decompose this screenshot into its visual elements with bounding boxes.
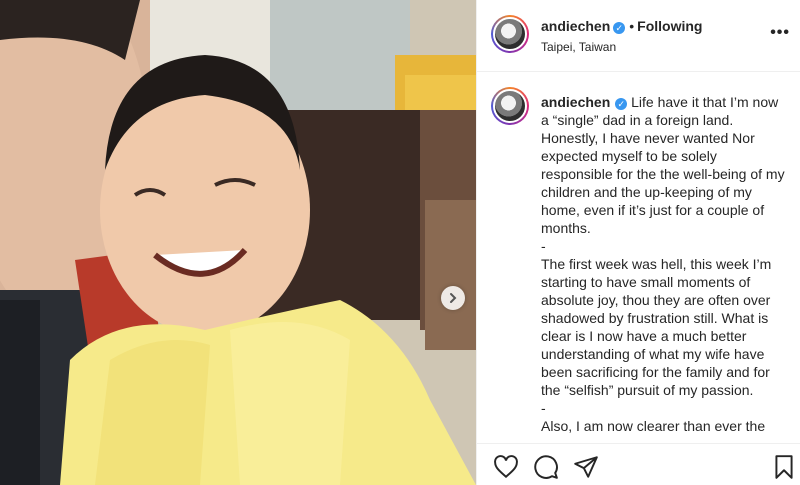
next-photo-button[interactable] xyxy=(441,286,465,310)
action-bar xyxy=(477,443,800,485)
photo-illustration xyxy=(0,0,476,485)
header-line: andiechen ✓ • Following xyxy=(541,18,702,34)
username-link[interactable]: andiechen xyxy=(541,18,610,34)
caption-text: Life have it that I’m now a “single” dad… xyxy=(541,94,785,434)
following-button[interactable]: Following xyxy=(637,18,702,34)
bookmark-icon[interactable] xyxy=(771,454,797,480)
chevron-right-icon xyxy=(450,293,457,303)
more-options-icon[interactable]: ••• xyxy=(770,24,790,42)
comment-icon[interactable] xyxy=(533,454,559,480)
caption-avatar[interactable] xyxy=(491,87,529,125)
post-header: andiechen ✓ • Following Taipei, Taiwan ••• xyxy=(477,0,800,72)
verified-badge-icon: ✓ xyxy=(613,22,626,34)
heart-icon[interactable] xyxy=(493,454,519,480)
paper-plane-icon[interactable] xyxy=(573,454,599,480)
location-link[interactable]: Taipei, Taiwan xyxy=(541,40,616,54)
verified-badge-icon: ✓ xyxy=(615,98,628,110)
separator-dot: • xyxy=(629,18,635,34)
comments-area[interactable]: andiechen ✓ Life have it that I’m now a “… xyxy=(477,73,800,443)
post-photo[interactable] xyxy=(0,0,476,485)
avatar[interactable] xyxy=(491,15,529,53)
post-details-panel: andiechen ✓ • Following Taipei, Taiwan ••• … xyxy=(476,0,800,485)
caption: andiechen ✓ Life have it that I’m now a “… xyxy=(541,93,789,435)
caption-username[interactable]: andiechen xyxy=(541,94,610,110)
